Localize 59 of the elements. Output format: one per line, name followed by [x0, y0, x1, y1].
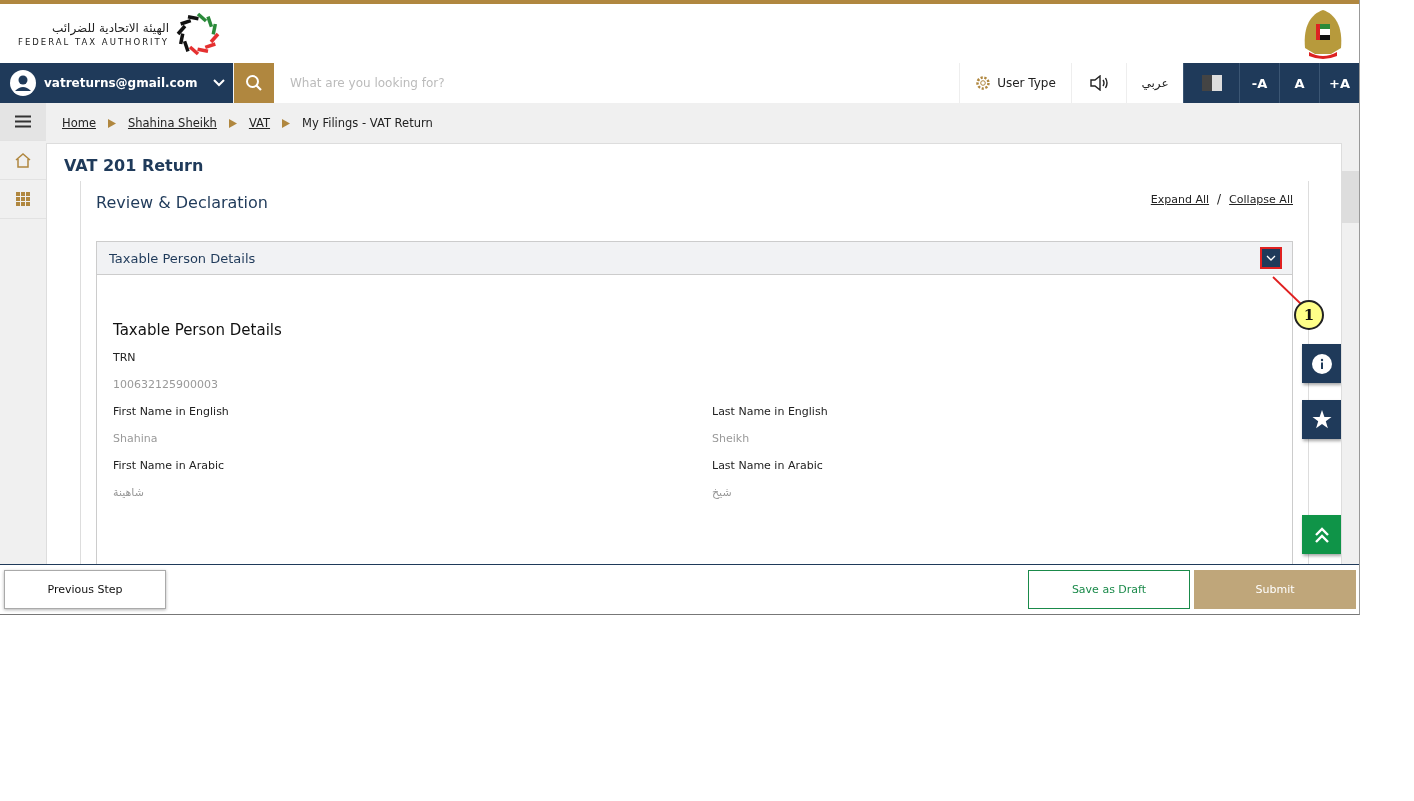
search-icon: [245, 74, 263, 92]
settings-icon: [975, 75, 992, 91]
field-value: شاهينة: [113, 486, 145, 499]
expand-all-link[interactable]: Expand All: [1150, 192, 1210, 206]
scroll-top-button[interactable]: [1302, 515, 1341, 554]
contrast-icon: [1201, 75, 1222, 91]
menu-button[interactable]: [0, 103, 46, 141]
breadcrumb-arrow-icon: [282, 118, 291, 128]
collapse-all-link[interactable]: Collapse All: [1229, 192, 1293, 206]
home-icon: [15, 152, 31, 168]
save-draft-button[interactable]: Save as Draft: [1028, 570, 1190, 609]
field-value: 100632125900003: [113, 378, 219, 391]
chevron-down-icon: [213, 79, 225, 87]
star-icon: [1311, 410, 1332, 429]
details-heading: Taxable Person Details: [113, 321, 283, 339]
chevron-icon: [1266, 255, 1276, 261]
separator-text: /: [1217, 192, 1222, 206]
breadcrumb-current: My Filings - VAT Return: [302, 116, 433, 130]
info-icon: [1311, 353, 1332, 374]
field-label: First Name in Arabic: [113, 459, 225, 472]
info-button[interactable]: [1302, 344, 1341, 383]
scrollbar[interactable]: [1342, 143, 1359, 564]
field-label: First Name in English: [113, 405, 230, 418]
field-value: Sheikh: [712, 432, 751, 445]
grid-icon: [16, 192, 30, 206]
field-value: شيخ: [712, 486, 733, 499]
accordion-toggle-button[interactable]: [1260, 247, 1282, 269]
double-chevron-up-icon: [1313, 526, 1330, 543]
accordion-header[interactable]: Taxable Person Details: [97, 242, 1292, 275]
search-field[interactable]: What are you looking for?: [274, 63, 959, 103]
field-value: Shahina: [113, 432, 159, 445]
section-title: Review & Declaration: [96, 192, 268, 212]
breadcrumb-arrow-icon: [107, 118, 116, 128]
breadcrumb-link[interactable]: Shahina Sheikh: [127, 116, 217, 130]
breadcrumb-arrow-icon: [228, 118, 237, 128]
search-button[interactable]: [234, 63, 274, 103]
breadcrumb-link[interactable]: VAT: [248, 116, 271, 130]
breadcrumb-link[interactable]: Home: [62, 116, 96, 130]
font-size-button[interactable]: +A: [1319, 63, 1359, 103]
user-dropdown[interactable]: vatreturns@gmail.com: [0, 63, 233, 103]
page-title: VAT 201 Return: [64, 156, 205, 175]
speaker-icon: [1089, 75, 1109, 91]
menu-icon: [15, 115, 31, 128]
logo-text: FEDERAL TAX AUTHORITY: [18, 36, 169, 47]
field-label: TRN: [113, 351, 137, 364]
user-avatar-icon: [10, 70, 36, 96]
field-label: Last Name in Arabic: [712, 459, 824, 472]
accordion-title: Taxable Person Details: [109, 250, 256, 266]
user-type-button[interactable]: User Type: [959, 63, 1071, 103]
font-size-button[interactable]: A: [1279, 63, 1319, 103]
contrast-button[interactable]: [1183, 63, 1239, 103]
favorite-button[interactable]: [1302, 400, 1341, 439]
logo-icon: [174, 10, 221, 57]
speaker-button[interactable]: [1071, 63, 1126, 103]
field-label: Last Name in English: [712, 405, 829, 418]
previous-step-button[interactable]: Previous Step: [4, 570, 166, 609]
language-button[interactable]: عربي: [1126, 63, 1183, 103]
logo-arabic-text: الهيئة الاتحادية للضرائب: [52, 20, 169, 35]
font-size-button[interactable]: -A: [1239, 63, 1279, 103]
